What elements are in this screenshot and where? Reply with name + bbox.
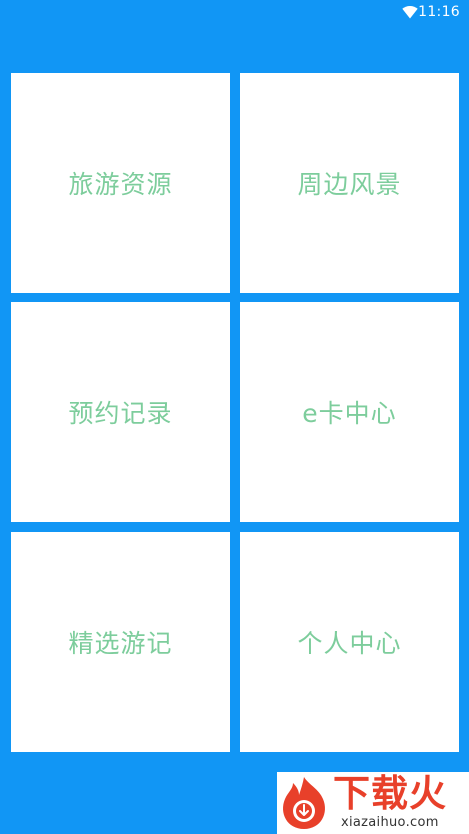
- tile-nearby-scenery[interactable]: 周边风景: [240, 73, 459, 293]
- tile-label: 周边风景: [297, 170, 402, 199]
- tile-personal-center[interactable]: 个人中心: [240, 532, 459, 752]
- flame-logo-icon: [283, 777, 325, 829]
- status-bar: 11:16: [0, 0, 469, 26]
- tile-label: 旅游资源: [68, 170, 173, 199]
- status-time: 11:16: [418, 4, 460, 20]
- tile-travel-resources[interactable]: 旅游资源: [11, 73, 230, 293]
- tile-label: e卡中心: [302, 399, 397, 428]
- tile-booking-records[interactable]: 预约记录: [11, 302, 230, 522]
- watermark-title: 下载火: [333, 772, 447, 815]
- watermark-logo: 下载火 xiazaihuo.com: [277, 772, 469, 834]
- wifi-icon: [402, 6, 418, 19]
- tile-label: 精选游记: [68, 629, 173, 658]
- tile-ecard-center[interactable]: e卡中心: [240, 302, 459, 522]
- tile-featured-travelogues[interactable]: 精选游记: [11, 532, 230, 752]
- watermark-subtitle: xiazaihuo.com: [341, 815, 439, 830]
- tile-label: 预约记录: [68, 399, 173, 428]
- tile-label: 个人中心: [297, 629, 402, 658]
